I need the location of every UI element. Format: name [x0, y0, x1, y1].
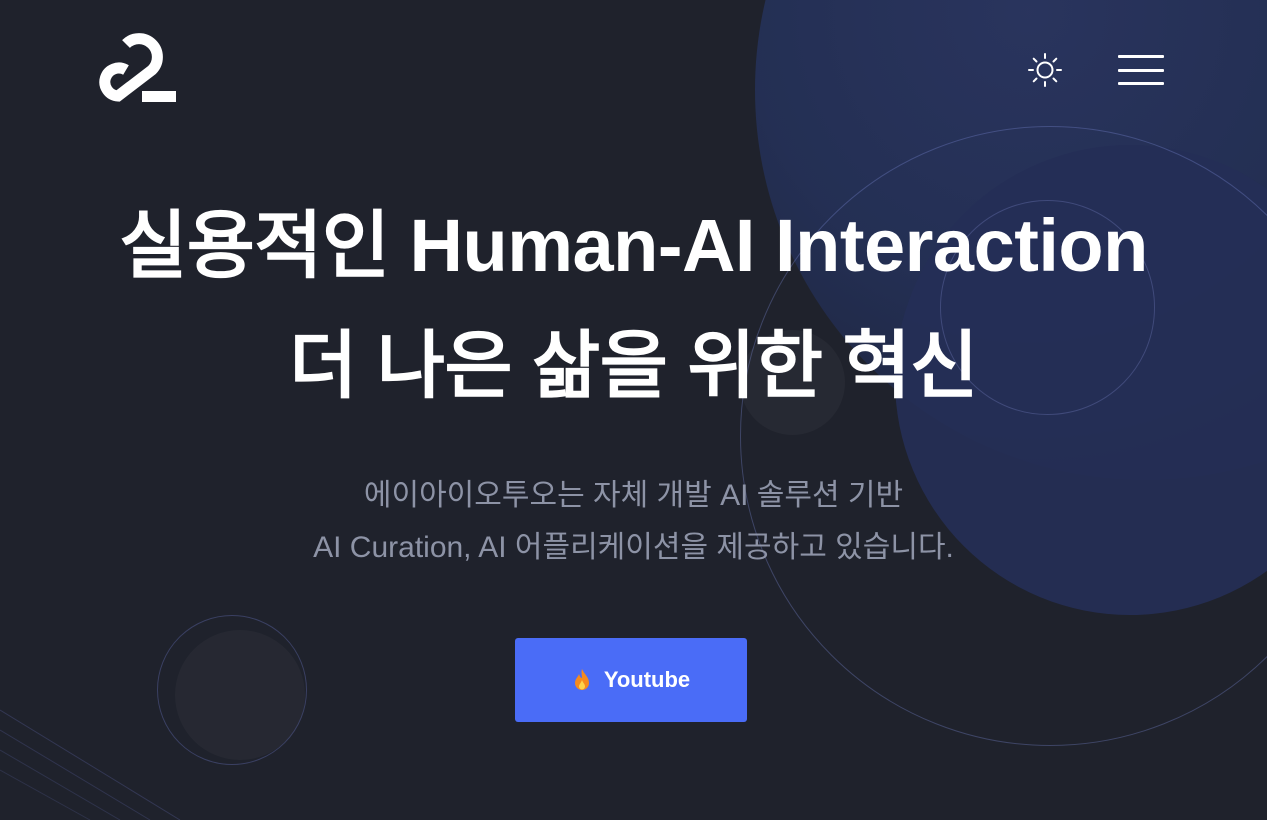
sun-icon [1028, 53, 1062, 87]
hero-subtitle-line-2: AI Curation, AI 어플리케이션을 제공하고 있습니다. [313, 531, 954, 564]
hamburger-menu-icon-bar [1118, 68, 1164, 72]
hero-subtitle-line-1: 에이아이오투오는 자체 개발 AI 솔루션 기반 [363, 479, 904, 512]
background-disc-bottom-left [175, 630, 305, 760]
hamburger-menu-icon-bar [1118, 82, 1164, 85]
logo[interactable] [96, 30, 178, 110]
hero-title: 실용적인 Human-AI Interaction 더 나은 삶을 위한 혁신 [0, 186, 1267, 426]
logo-mark-icon [99, 33, 176, 102]
flame-icon [574, 669, 589, 690]
theme-toggle-button[interactable] [1026, 51, 1064, 89]
hero-title-line-1: 실용적인 Human-AI Interaction [119, 204, 1148, 287]
hamburger-menu-icon-bar [1118, 55, 1164, 58]
menu-button[interactable] [1118, 55, 1166, 85]
background-diagonal-lines [0, 709, 181, 820]
hero-subtitle: 에이아이오투오는 자체 개발 AI 솔루션 기반 AI Curation, AI… [0, 470, 1267, 574]
hero-title-line-2: 더 나은 삶을 위한 혁신 [289, 324, 978, 407]
background-ring-bottom-left [157, 615, 307, 765]
youtube-button-label: Youtube [603, 667, 691, 692]
youtube-button[interactable]: Youtube [515, 638, 747, 722]
